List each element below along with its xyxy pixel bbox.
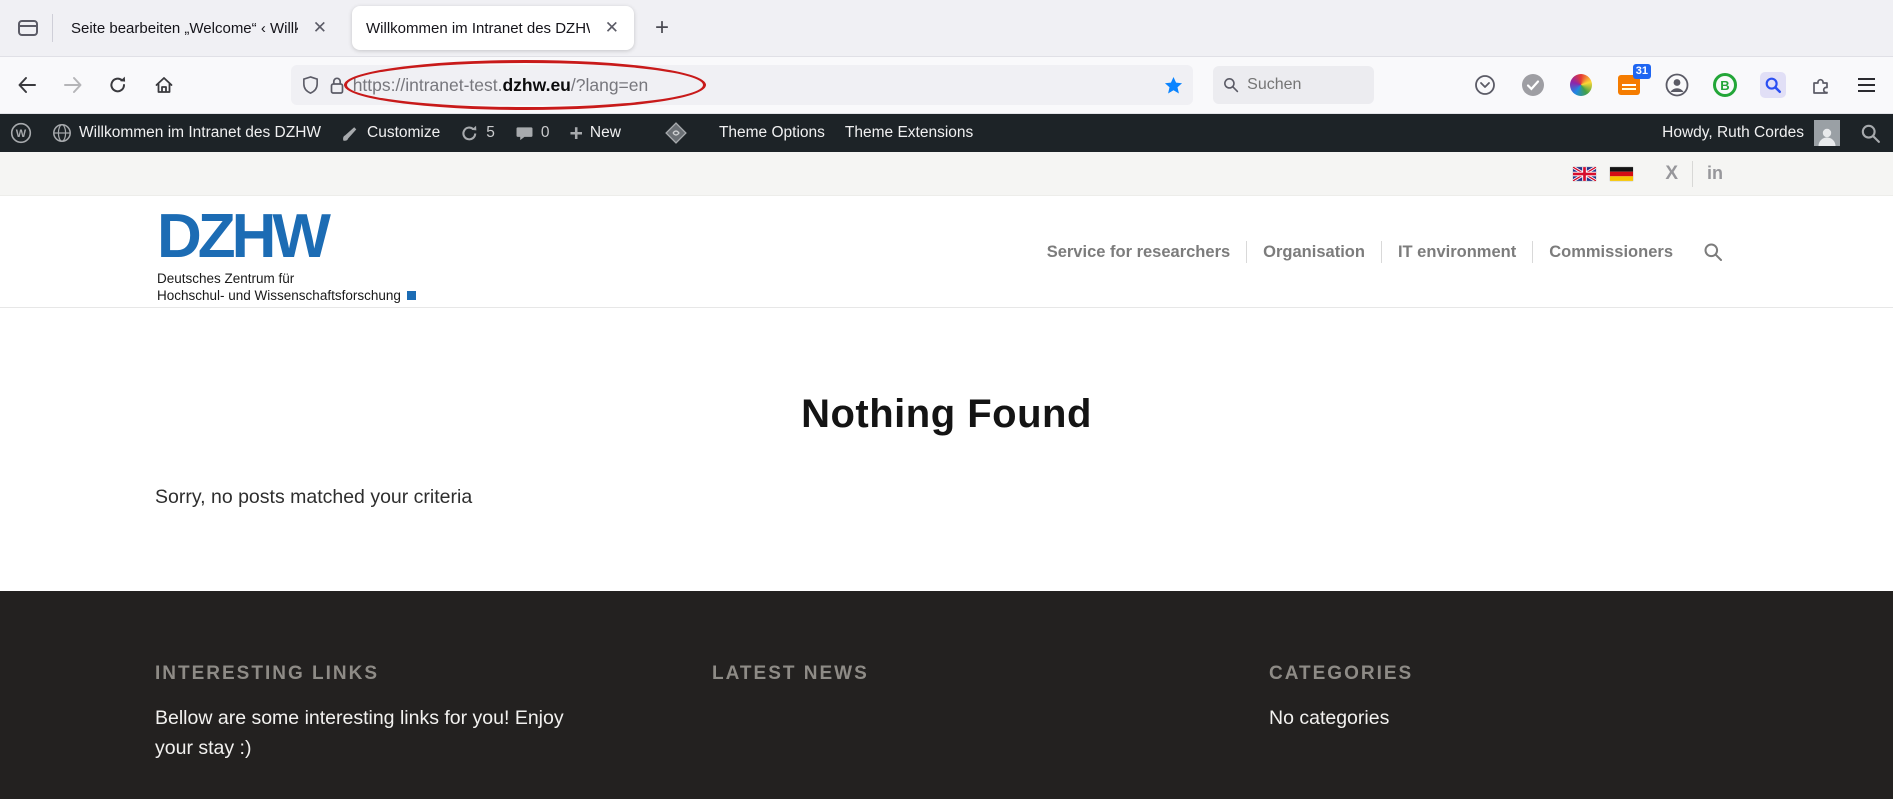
footer-heading: CATEGORIES — [1269, 663, 1414, 684]
comments-icon — [516, 126, 533, 140]
tab-edit-page[interactable]: Seite bearbeiten „Welcome“ ‹ Willk ✕ — [57, 6, 342, 50]
footer-heading: INTERESTING LINKS — [155, 663, 380, 684]
color-wheel-icon[interactable] — [1568, 72, 1594, 98]
url-text[interactable]: https://intranet-test.dzhw.eu/?lang=en — [353, 75, 1164, 96]
theme-options-link[interactable]: Theme Options — [709, 114, 835, 152]
search-input[interactable] — [1247, 76, 1358, 94]
german-flag-icon[interactable] — [1610, 166, 1634, 181]
close-icon[interactable]: ✕ — [600, 16, 624, 40]
tab-title: Seite bearbeiten „Welcome“ ‹ Willk — [71, 19, 298, 37]
no-results-message: Sorry, no posts matched your criteria — [155, 486, 473, 508]
site-search-icon[interactable] — [1703, 242, 1723, 262]
footer-text: Bellow are some interesting links for yo… — [155, 707, 564, 759]
nav-service-for-researchers[interactable]: Service for researchers — [1031, 243, 1246, 262]
main-content: Nothing Found Sorry, no posts matched yo… — [0, 308, 1893, 591]
footer-categories: CATEGORIES No categories — [1269, 663, 1739, 733]
updates-count: 5 — [486, 124, 495, 141]
admin-bar-site-link[interactable]: Willkommen im Intranet des DZHW — [42, 114, 331, 152]
logo-wordmark: DZHW — [157, 202, 331, 271]
reload-icon[interactable] — [99, 66, 137, 104]
shield-icon[interactable] — [301, 75, 320, 95]
browser-search-box[interactable] — [1213, 66, 1374, 104]
updates-icon — [462, 125, 477, 140]
theme-diamond-icon[interactable] — [653, 114, 699, 152]
admin-site-name: Willkommen im Intranet des DZHW — [79, 124, 322, 141]
pocket-icon[interactable] — [1472, 72, 1498, 98]
calendar-extension-icon[interactable]: 31 — [1616, 64, 1651, 98]
back-icon[interactable] — [8, 66, 46, 104]
menu-icon[interactable] — [1857, 78, 1875, 92]
search-extension-icon[interactable] — [1759, 72, 1786, 98]
wp-admin-bar: W Willkommen im Intranet des DZHW Custom… — [0, 114, 1893, 152]
footer-heading: LATEST NEWS — [712, 663, 869, 684]
brush-icon — [343, 126, 357, 141]
green-b-extension-icon[interactable]: B — [1712, 72, 1738, 98]
new-tab-button[interactable]: + — [644, 10, 680, 46]
main-navigation: Service for researchers Organisation IT … — [1031, 196, 1723, 308]
admin-bar-right: Howdy, Ruth Cordes — [1662, 120, 1893, 146]
extension-icons: 31 B — [1472, 64, 1834, 98]
lock-icon[interactable] — [329, 76, 345, 95]
tab-overview-icon[interactable] — [8, 8, 48, 48]
browser-tab-bar: Seite bearbeiten „Welcome“ ‹ Willk ✕ Wil… — [0, 0, 1893, 57]
nav-organisation[interactable]: Organisation — [1247, 243, 1381, 262]
check-circle-icon[interactable] — [1520, 72, 1546, 98]
tab-title: Willkommen im Intranet des DZHW — [366, 19, 590, 37]
search-icon — [1224, 78, 1239, 93]
tab-intranet-active[interactable]: Willkommen im Intranet des DZHW ✕ — [352, 6, 634, 50]
theme-extensions-label: Theme Extensions — [844, 124, 974, 141]
nav-commissioners[interactable]: Commissioners — [1533, 243, 1689, 262]
bookmark-star-icon[interactable] — [1164, 76, 1183, 95]
extensions-puzzle-icon[interactable] — [1808, 72, 1834, 98]
comments-count: 0 — [540, 124, 550, 141]
x-twitter-icon[interactable]: X — [1665, 163, 1678, 185]
logo-square-icon — [406, 291, 416, 300]
home-icon[interactable] — [145, 66, 183, 104]
social-divider — [1692, 160, 1693, 187]
svg-text:W: W — [16, 128, 27, 140]
site-header: DZHW Deutsches Zentrum für Hochschul- un… — [0, 196, 1893, 308]
admin-search-icon[interactable] — [1860, 123, 1881, 144]
updates-link[interactable]: 5 — [450, 114, 505, 152]
new-content-link[interactable]: + New — [559, 114, 630, 152]
forward-icon[interactable] — [54, 66, 92, 104]
theme-options-label: Theme Options — [718, 124, 825, 141]
comments-link[interactable]: 0 — [505, 114, 560, 152]
footer: INTERESTING LINKS Bellow are some intere… — [0, 591, 1893, 799]
close-icon[interactable]: ✕ — [308, 16, 332, 40]
extension-badge: 31 — [1632, 64, 1651, 79]
language-social-bar: X in — [0, 152, 1893, 196]
site-globe-icon — [53, 124, 71, 142]
customize-link[interactable]: Customize — [331, 114, 450, 152]
theme-extensions-link[interactable]: Theme Extensions — [835, 114, 983, 152]
tab-divider — [52, 14, 53, 42]
footer-interesting-links: INTERESTING LINKS Bellow are some intere… — [155, 663, 625, 763]
page-title: Nothing Found — [801, 392, 1092, 436]
url-bar[interactable]: https://intranet-test.dzhw.eu/?lang=en — [290, 65, 1194, 105]
avatar[interactable] — [1814, 120, 1840, 146]
footer-latest-news: LATEST NEWS — [712, 663, 1182, 703]
uk-flag-icon[interactable] — [1573, 166, 1597, 181]
dzhw-logo[interactable]: DZHW Deutsches Zentrum für Hochschul- un… — [157, 202, 416, 304]
customize-label: Customize — [367, 124, 441, 141]
nav-it-environment[interactable]: IT environment — [1382, 243, 1532, 262]
account-icon[interactable] — [1664, 72, 1690, 98]
linkedin-icon[interactable]: in — [1707, 163, 1723, 184]
wp-logo-icon[interactable]: W — [0, 114, 42, 152]
new-label: New — [589, 124, 621, 141]
logo-subtitle: Deutsches Zentrum für Hochschul- und Wis… — [157, 270, 416, 304]
footer-text: No categories — [1269, 707, 1390, 729]
plus-icon: + — [569, 120, 583, 146]
browser-toolbar: https://intranet-test.dzhw.eu/?lang=en 3… — [0, 57, 1893, 114]
howdy-account-link[interactable]: Howdy, Ruth Cordes — [1662, 124, 1804, 142]
